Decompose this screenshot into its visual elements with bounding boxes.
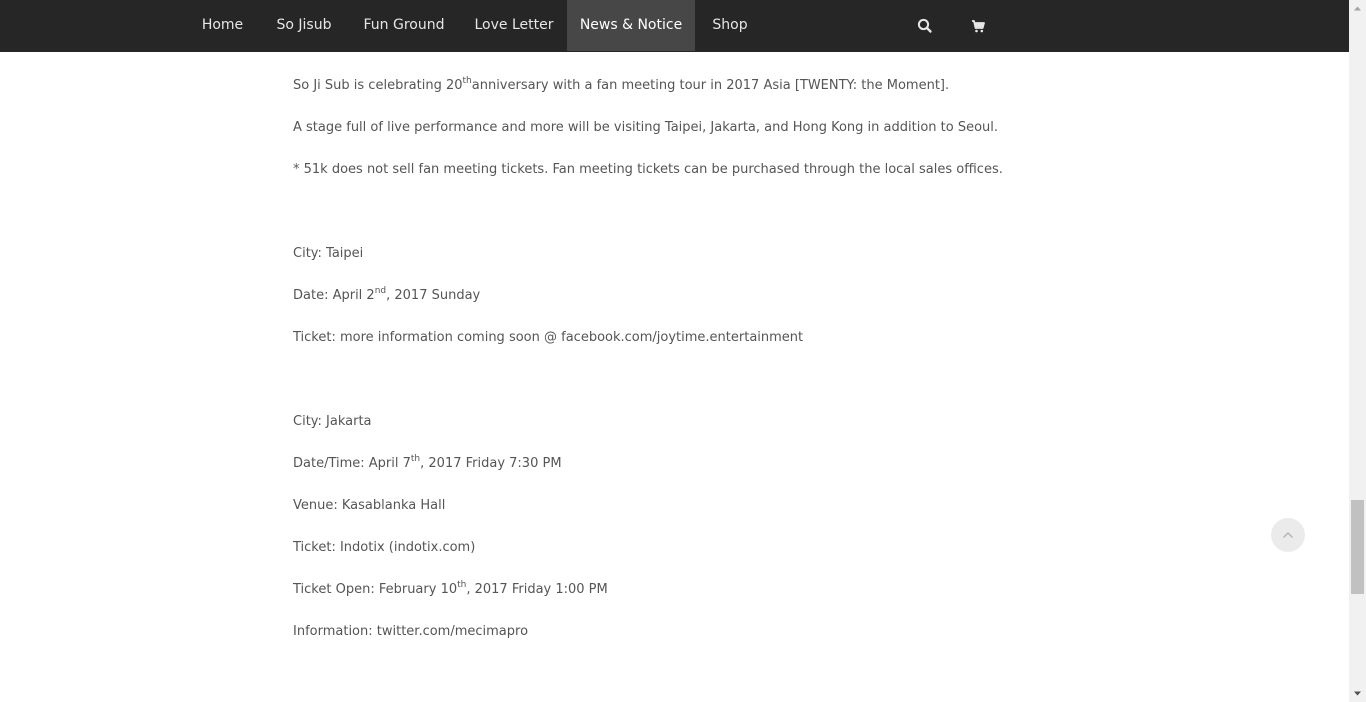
jakarta-ticket: Ticket: Indotix (indotix.com) (293, 540, 476, 555)
notice-paragraph: * 51k does not sell fan meeting tickets.… (293, 162, 1003, 177)
taipei-ticket: Ticket: more information coming soon @ f… (293, 330, 804, 345)
taipei-date: Date: April 2nd, 2017 Sunday (293, 286, 481, 304)
jakarta-ticket-open: Ticket Open: February 10th, 2017 Friday … (293, 580, 608, 598)
nav-item-shop[interactable]: Shop (706, 0, 754, 51)
scroll-down-arrow-icon[interactable] (1349, 685, 1366, 702)
search-icon[interactable] (916, 17, 934, 35)
jakarta-datetime: Date/Time: April 7th, 2017 Friday 7:30 P… (293, 454, 562, 472)
stage-paragraph: A stage full of live performance and mor… (293, 120, 999, 135)
page: Home So Jisub Fun Ground Love Letter New… (0, 0, 1366, 702)
nav-item-so-jisub[interactable]: So Jisub (270, 0, 338, 51)
chevron-up-icon (1283, 532, 1293, 538)
jakarta-city: City: Jakarta (293, 414, 372, 429)
jakarta-venue: Venue: Kasablanka Hall (293, 498, 446, 513)
nav-item-news-notice[interactable]: News & Notice (567, 0, 695, 51)
scroll-up-arrow-icon[interactable] (1349, 0, 1366, 17)
nav-item-home[interactable]: Home (195, 0, 250, 51)
top-navbar: Home So Jisub Fun Ground Love Letter New… (0, 0, 1349, 52)
nav-item-love-letter[interactable]: Love Letter (471, 0, 557, 51)
taipei-city: City: Taipei (293, 246, 364, 261)
scrollbar-thumb[interactable] (1351, 500, 1364, 594)
scroll-to-top-button[interactable] (1271, 518, 1305, 552)
vertical-scrollbar[interactable] (1349, 0, 1366, 702)
nav-item-fun-ground[interactable]: Fun Ground (358, 0, 450, 51)
jakarta-information: Information: twitter.com/mecimapro (293, 624, 529, 639)
intro-paragraph: So Ji Sub is celebrating 20thanniversary… (293, 76, 950, 94)
shopping-cart-icon[interactable] (969, 17, 987, 35)
